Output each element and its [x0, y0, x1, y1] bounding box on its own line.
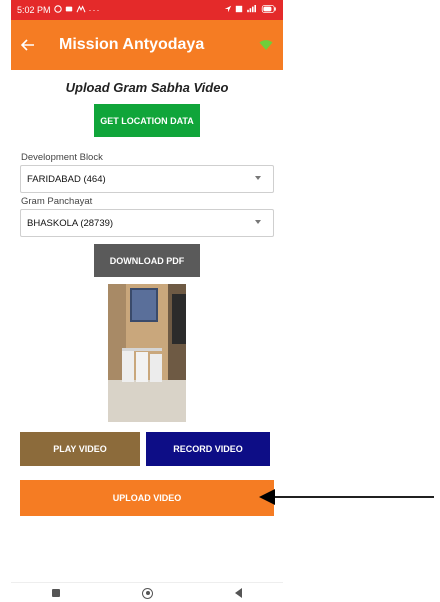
back-arrow-icon[interactable] [20, 35, 49, 56]
status-time: 5:02 PM [17, 5, 51, 15]
play-video-button[interactable]: PLAY VIDEO [20, 432, 140, 466]
signal-icon [246, 5, 258, 15]
nav-home-icon[interactable] [142, 587, 153, 599]
download-pdf-button[interactable]: DOWNLOAD PDF [94, 244, 200, 277]
network-icon [235, 5, 243, 15]
nav-recents-icon[interactable] [52, 589, 60, 597]
development-block-select[interactable]: FARIDABAD (464) [20, 165, 274, 193]
gram-panchayat-label: Gram Panchayat [21, 196, 93, 207]
record-video-button[interactable]: RECORD VIDEO [146, 432, 270, 466]
more-notifications-icon: ··· [88, 5, 101, 15]
whatsapp-icon [53, 5, 62, 15]
caret-down-icon [255, 220, 261, 224]
status-bar: 5:02 PM ··· [11, 0, 283, 20]
notification-icon [76, 5, 86, 15]
development-block-label: Development Block [21, 152, 103, 163]
navigation-icon [224, 5, 232, 15]
nav-back-icon[interactable] [235, 588, 242, 598]
wifi-icon [259, 38, 273, 56]
app-title: Mission Antyodaya [59, 36, 205, 53]
get-location-data-button[interactable]: GET LOCATION DATA [94, 104, 200, 137]
gram-panchayat-value: BHASKOLA (28739) [27, 217, 114, 229]
page-heading: Upload Gram Sabha Video [65, 80, 229, 95]
development-block-value: FARIDABAD (464) [27, 173, 106, 185]
battery-icon [261, 4, 277, 15]
gram-panchayat-select[interactable]: BHASKOLA (28739) [20, 209, 274, 237]
app-bar: Mission Antyodaya [11, 20, 283, 70]
caret-down-icon [255, 176, 261, 180]
annotation-arrow-icon [259, 489, 434, 505]
message-icon [65, 5, 73, 15]
phone-screen: 5:02 PM ··· Mission Antyodaya Upload Gra… [11, 0, 283, 602]
upload-video-button[interactable]: UPLOAD VIDEO [20, 480, 274, 516]
system-nav-bar [11, 582, 283, 602]
video-thumbnail[interactable] [108, 284, 186, 422]
